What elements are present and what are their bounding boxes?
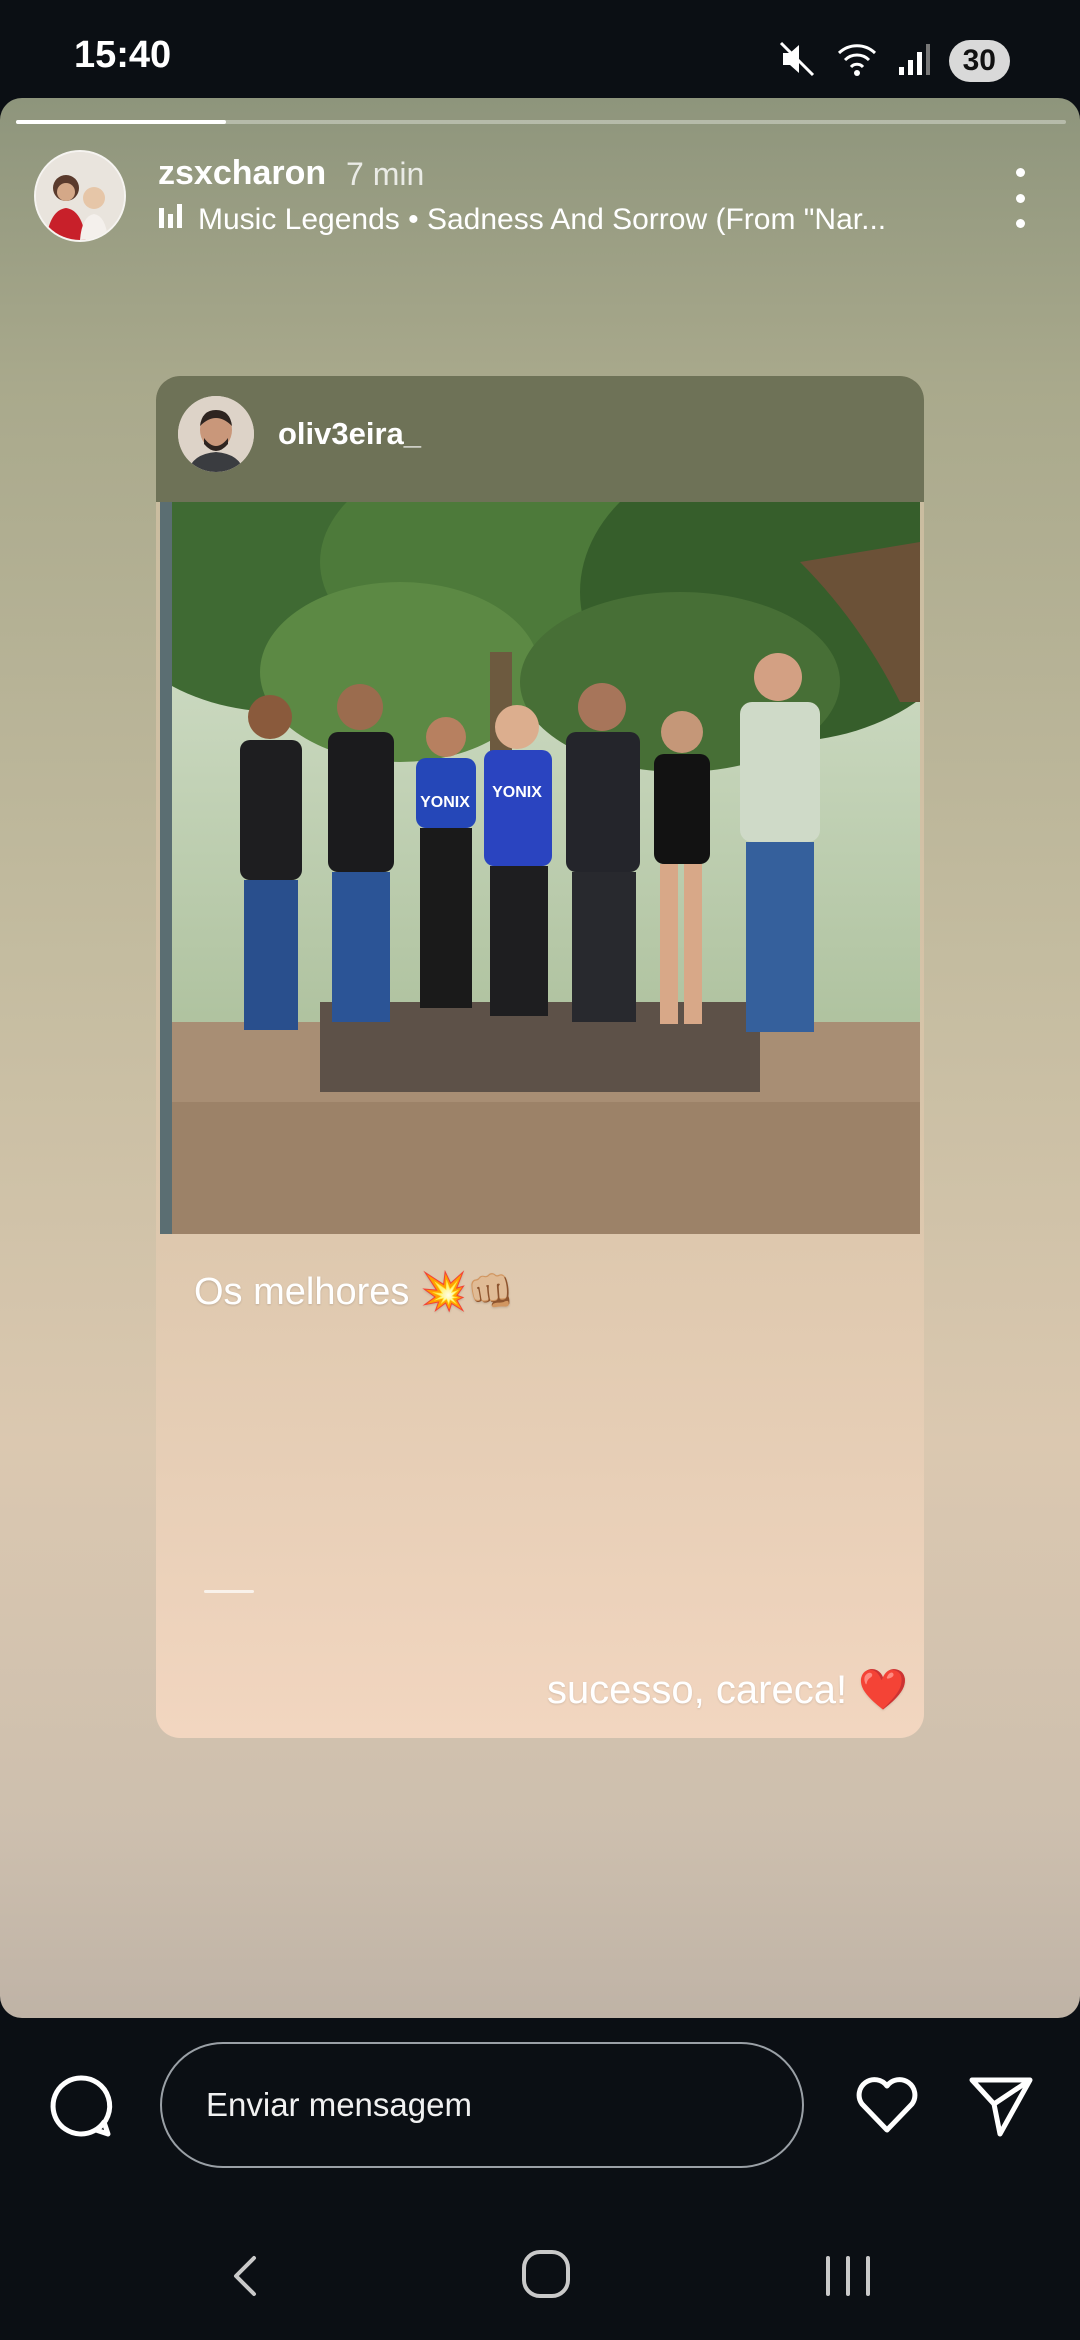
heart-icon[interactable] [852,2070,922,2140]
more-dot [1015,219,1025,228]
post-avatar[interactable] [178,396,254,472]
story-username[interactable]: zsxcharon [158,154,326,193]
recent-apps-button[interactable] [818,2246,878,2306]
music-attribution[interactable]: Music Legends • Sadness And Sorrow (From… [158,202,886,238]
send-icon[interactable] [966,2070,1036,2140]
group-photo: YONIX YONIX [160,502,920,1234]
back-button[interactable] [216,2246,276,2306]
more-dot [1015,168,1025,177]
battery-badge: 30 [948,40,1010,82]
wifi-icon [835,39,879,84]
message-input[interactable] [160,2042,804,2168]
story-progress-bar [16,120,1066,124]
status-bar: 15:40 30 [0,0,1080,100]
comment-icon[interactable] [44,2070,116,2142]
music-bars-icon [158,202,184,238]
home-button[interactable] [514,2242,578,2306]
status-icons: 30 [777,36,1010,86]
jersey-text-1: YONIX [420,794,470,811]
story-progress-fill [16,120,226,124]
story-timestamp: 7 min [346,156,425,192]
music-title: Music Legends • Sadness And Sorrow (From… [198,203,887,236]
jersey-text-2: YONIX [492,784,542,801]
post-username[interactable]: oliv3eira_ [278,416,421,452]
post-caption-2: sucesso, careca! ❤️ [546,1668,908,1712]
more-options-button[interactable] [1000,168,1040,228]
story-view[interactable]: zsxcharon 7 min Music Legends • Sadness … [0,98,1080,2018]
avatar[interactable] [34,150,126,242]
watermark [204,1590,254,1593]
status-time: 15:40 [74,34,172,76]
shared-post[interactable]: oliv3eira_ YONIX YONIX Os melhores 💥👊🏼 s… [156,376,924,1738]
post-caption-1: Os melhores 💥👊🏼 [194,1271,515,1313]
signal-icon [897,41,931,82]
post-header: oliv3eira_ [156,376,924,502]
mute-icon [777,39,817,84]
more-dot [1015,193,1025,203]
